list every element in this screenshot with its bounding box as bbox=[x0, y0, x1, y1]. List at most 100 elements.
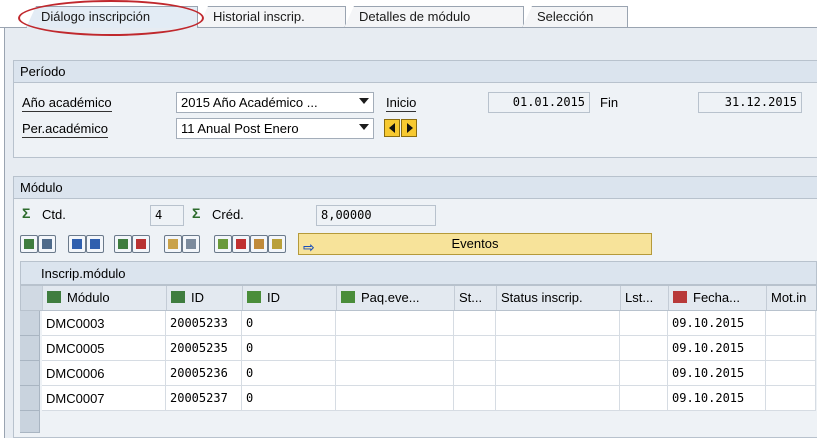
column-header-id-event[interactable]: ID bbox=[243, 286, 337, 310]
transfer-icon[interactable] bbox=[268, 235, 286, 253]
chevron-down-icon[interactable] bbox=[359, 124, 369, 130]
row-selector[interactable] bbox=[20, 361, 40, 386]
delete-row-icon[interactable] bbox=[132, 235, 150, 253]
display-glasses-icon[interactable] bbox=[182, 235, 200, 253]
tab-dialogo-inscripcion[interactable]: Diálogo inscripción bbox=[26, 6, 198, 28]
table-header: Módulo ID ID Paq.eve... St... Status ins… bbox=[20, 285, 817, 311]
cell-paq bbox=[336, 361, 454, 386]
select-all-cell[interactable] bbox=[21, 286, 43, 310]
row-selector[interactable] bbox=[20, 386, 40, 411]
cell-id2: 0 bbox=[242, 336, 336, 361]
table-title: Inscrip.módulo bbox=[20, 261, 817, 285]
column-header-mot-in[interactable]: Mot.in bbox=[767, 286, 817, 310]
main-content: Período Año académico 2015 Año Académico… bbox=[4, 28, 817, 438]
column-label: Módulo bbox=[67, 290, 110, 305]
cell-st bbox=[454, 386, 496, 411]
row-selector[interactable] bbox=[20, 411, 40, 433]
sigma-icon: Σ bbox=[192, 205, 201, 221]
cell-lst bbox=[620, 311, 668, 336]
cell-id2: 0 bbox=[242, 361, 336, 386]
cell-paq bbox=[336, 386, 454, 411]
event-icon bbox=[247, 291, 261, 303]
cell-id: 20005237 bbox=[166, 386, 242, 411]
insert-row-icon[interactable] bbox=[114, 235, 132, 253]
periodo-title: Período bbox=[14, 61, 817, 83]
table-row[interactable]: DMC0005 20005235 0 09.10.2015 bbox=[20, 336, 817, 361]
table-row[interactable]: DMC0003 20005233 0 09.10.2015 bbox=[20, 311, 817, 336]
inicio-label: Inicio bbox=[386, 95, 417, 112]
ctd-field: 4 bbox=[150, 205, 184, 226]
modulo-title: Módulo bbox=[14, 177, 817, 199]
row-selector[interactable] bbox=[20, 336, 40, 361]
cell-st bbox=[454, 311, 496, 336]
arrow-right-icon: ⇨ bbox=[303, 239, 315, 255]
cell-lst bbox=[620, 361, 668, 386]
cell-mot bbox=[766, 336, 816, 361]
next-period-button[interactable] bbox=[401, 119, 417, 137]
ano-academico-dropdown[interactable]: 2015 Año Académico ... bbox=[176, 92, 374, 113]
cell-status bbox=[496, 361, 620, 386]
cell-modulo: DMC0003 bbox=[42, 311, 166, 336]
table-toolbar: ⇨ Eventos bbox=[20, 233, 660, 257]
tab-historial-inscrip[interactable]: Historial inscrip. bbox=[198, 6, 346, 28]
fin-label: Fin bbox=[600, 95, 619, 110]
details-icon[interactable] bbox=[20, 235, 38, 253]
enroll-icon[interactable] bbox=[214, 235, 232, 253]
row-selector[interactable] bbox=[20, 311, 40, 336]
eventos-button[interactable]: ⇨ Eventos bbox=[298, 233, 652, 255]
cell-modulo: DMC0006 bbox=[42, 361, 166, 386]
per-academico-label: Per.académico bbox=[22, 121, 108, 138]
sort-ascending-icon[interactable] bbox=[68, 235, 86, 253]
cell-status bbox=[496, 386, 620, 411]
cell-fecha: 09.10.2015 bbox=[668, 311, 766, 336]
column-label: Paq.eve... bbox=[361, 290, 420, 305]
arrow-left-icon bbox=[389, 123, 395, 133]
filter-icon[interactable] bbox=[86, 235, 104, 253]
table-row[interactable]: DMC0006 20005236 0 09.10.2015 bbox=[20, 361, 817, 386]
column-header-modulo[interactable]: Módulo bbox=[43, 286, 167, 310]
column-label: ID bbox=[191, 290, 204, 305]
column-header-fecha[interactable]: Fecha... bbox=[669, 286, 767, 310]
module-icon bbox=[47, 291, 61, 303]
column-header-lst[interactable]: Lst... bbox=[621, 286, 669, 310]
package-icon[interactable] bbox=[250, 235, 268, 253]
tab-bar: Diálogo inscripción Historial inscrip. D… bbox=[0, 0, 817, 36]
table-row-empty bbox=[20, 411, 817, 433]
cell-id2: 0 bbox=[242, 386, 336, 411]
cred-field: 8,00000 bbox=[316, 205, 436, 226]
column-header-paq-eve[interactable]: Paq.eve... bbox=[337, 286, 455, 310]
column-header-status-inscrip[interactable]: Status inscrip. bbox=[497, 286, 621, 310]
cell-id: 20005233 bbox=[166, 311, 242, 336]
modulo-group: Módulo Σ Ctd. 4 Σ Créd. 8,00000 ⇨ Evento… bbox=[13, 176, 817, 438]
cell-st bbox=[454, 361, 496, 386]
cell-paq bbox=[336, 336, 454, 361]
eventos-label: Eventos bbox=[451, 236, 499, 251]
cell-fecha: 09.10.2015 bbox=[668, 386, 766, 411]
cancel-enrollment-icon[interactable] bbox=[232, 235, 250, 253]
cell-lst bbox=[620, 336, 668, 361]
cell-mot bbox=[766, 311, 816, 336]
cell-mot bbox=[766, 361, 816, 386]
cell-fecha: 09.10.2015 bbox=[668, 361, 766, 386]
tab-seleccion[interactable]: Selección bbox=[522, 6, 628, 28]
column-label: ID bbox=[267, 290, 280, 305]
per-academico-value: 11 Anual Post Enero bbox=[181, 121, 299, 136]
column-header-id[interactable]: ID bbox=[167, 286, 243, 310]
inicio-field: 01.01.2015 bbox=[488, 92, 590, 113]
tab-detalles-de-modulo[interactable]: Detalles de módulo bbox=[344, 6, 524, 28]
ano-academico-label: Año académico bbox=[22, 95, 112, 112]
event-icon bbox=[341, 291, 355, 303]
module-icon bbox=[171, 291, 185, 303]
cell-id: 20005235 bbox=[166, 336, 242, 361]
previous-period-button[interactable] bbox=[384, 119, 400, 137]
chevron-down-icon[interactable] bbox=[359, 98, 369, 104]
edit-pencil-icon[interactable] bbox=[164, 235, 182, 253]
column-header-st[interactable]: St... bbox=[455, 286, 497, 310]
cell-id2: 0 bbox=[242, 311, 336, 336]
per-academico-dropdown[interactable]: 11 Anual Post Enero bbox=[176, 118, 374, 139]
calendar-icon bbox=[673, 291, 687, 303]
table-row[interactable]: DMC0007 20005237 0 09.10.2015 bbox=[20, 386, 817, 411]
document-icon[interactable] bbox=[38, 235, 56, 253]
cell-paq bbox=[336, 311, 454, 336]
ano-academico-value: 2015 Año Académico ... bbox=[181, 95, 318, 110]
